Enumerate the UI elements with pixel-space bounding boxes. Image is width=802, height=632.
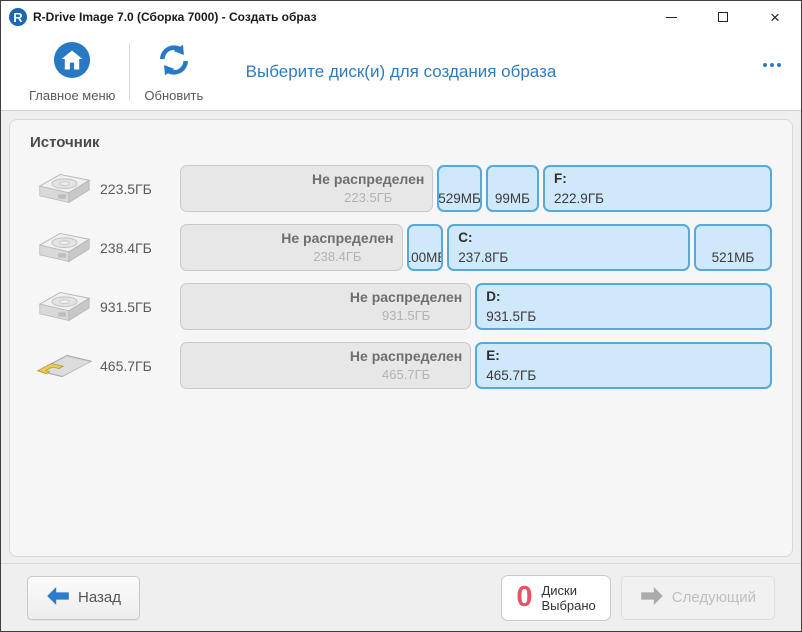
- partition-track: Не распределен 931.5ГБ D: 931.5ГБ: [180, 283, 772, 330]
- unallocated-size: 223.5ГБ: [312, 190, 424, 205]
- arrow-right-icon: [640, 587, 664, 609]
- footer-bar: Назад 0 Диски Выбрано Следующий: [1, 563, 801, 631]
- unallocated-size: 465.7ГБ: [350, 367, 462, 382]
- partition-D[interactable]: D: 931.5ГБ: [475, 283, 772, 330]
- main-area: Источник 223.5ГБ: [1, 111, 801, 563]
- minimize-icon: [666, 17, 677, 18]
- hard-drive-icon[interactable]: [28, 167, 100, 211]
- maximize-button[interactable]: [697, 1, 749, 33]
- window-title: R-Drive Image 7.0 (Сборка 7000) - Создат…: [33, 10, 645, 24]
- unallocated-region[interactable]: Не распределен 238.4ГБ: [180, 224, 403, 271]
- selected-count: 0: [516, 583, 532, 612]
- back-button-label: Назад: [78, 589, 121, 606]
- back-button[interactable]: Назад: [27, 576, 140, 620]
- partition-track: Не распределен 238.4ГБ 100МБ C: 237.8ГБ: [180, 224, 772, 271]
- hard-drive-icon[interactable]: [28, 285, 100, 329]
- close-button[interactable]: ×: [749, 1, 801, 33]
- unallocated-label: Не распределен: [312, 171, 424, 187]
- selected-label-line1: Диски: [541, 583, 595, 598]
- disk-size-label: 223.5ГБ: [100, 181, 180, 197]
- refresh-label: Обновить: [144, 88, 203, 103]
- unallocated-label: Не распределен: [350, 289, 462, 305]
- maximize-icon: [718, 12, 728, 22]
- unallocated-size: 931.5ГБ: [350, 308, 462, 323]
- ellipsis-icon: [763, 63, 767, 67]
- selected-label-line2: Выбрано: [541, 598, 595, 613]
- unallocated-region[interactable]: Не распределен 223.5ГБ: [180, 165, 433, 212]
- more-options-button[interactable]: [761, 57, 783, 73]
- unallocated-region[interactable]: Не распределен 465.7ГБ: [180, 342, 471, 389]
- next-button-label: Следующий: [672, 589, 756, 606]
- window-controls: ×: [645, 1, 801, 33]
- ssd-icon[interactable]: [28, 344, 100, 388]
- disk-row-1: 223.5ГБ Не распределен 223.5ГБ 529МБ: [28, 165, 774, 212]
- close-icon: ×: [770, 9, 780, 26]
- title-bar: R R-Drive Image 7.0 (Сборка 7000) - Созд…: [1, 1, 801, 33]
- partition-529mb[interactable]: 529МБ: [437, 165, 481, 212]
- main-menu-label: Главное меню: [29, 88, 115, 103]
- disk-size-label: 465.7ГБ: [100, 358, 180, 374]
- unallocated-label: Не распределен: [281, 230, 393, 246]
- main-menu-button[interactable]: Главное меню: [15, 37, 129, 107]
- toolbar: Главное меню Обновить Выберите диск(и) д…: [1, 33, 801, 111]
- unallocated-label: Не распределен: [350, 348, 462, 364]
- unallocated-size: 238.4ГБ: [281, 249, 393, 264]
- source-panel: Источник 223.5ГБ: [9, 119, 793, 557]
- disk-row-3: 931.5ГБ Не распределен 931.5ГБ D: 931.5Г…: [28, 283, 774, 330]
- app-window: R R-Drive Image 7.0 (Сборка 7000) - Созд…: [0, 0, 802, 632]
- partition-C[interactable]: C: 237.8ГБ: [447, 224, 690, 271]
- app-logo-icon: R: [9, 8, 27, 26]
- source-heading: Источник: [30, 134, 774, 151]
- disk-row-2: 238.4ГБ Не распределен 238.4ГБ 100МБ C:: [28, 224, 774, 271]
- disk-row-4: 465.7ГБ Не распределен 465.7ГБ E: 465.7Г…: [28, 342, 774, 389]
- partition-99mb[interactable]: 99МБ: [486, 165, 539, 212]
- disk-size-label: 238.4ГБ: [100, 240, 180, 256]
- next-button[interactable]: Следующий: [621, 576, 775, 620]
- disks-selected-counter: 0 Диски Выбрано: [501, 575, 610, 621]
- partition-E[interactable]: E: 465.7ГБ: [475, 342, 772, 389]
- hard-drive-icon[interactable]: [28, 226, 100, 270]
- partition-track: Не распределен 465.7ГБ E: 465.7ГБ: [180, 342, 772, 389]
- refresh-button[interactable]: Обновить: [130, 37, 217, 107]
- partition-F[interactable]: F: 222.9ГБ: [543, 165, 772, 212]
- home-icon: [53, 41, 91, 84]
- partition-100mb[interactable]: 100МБ: [407, 224, 444, 271]
- arrow-left-icon: [46, 587, 70, 609]
- partition-track: Не распределен 223.5ГБ 529МБ 99МБ F:: [180, 165, 772, 212]
- minimize-button[interactable]: [645, 1, 697, 33]
- refresh-icon: [156, 41, 192, 84]
- unallocated-region[interactable]: Не распределен 931.5ГБ: [180, 283, 471, 330]
- disk-size-label: 931.5ГБ: [100, 299, 180, 315]
- partition-521mb[interactable]: 521МБ: [694, 224, 772, 271]
